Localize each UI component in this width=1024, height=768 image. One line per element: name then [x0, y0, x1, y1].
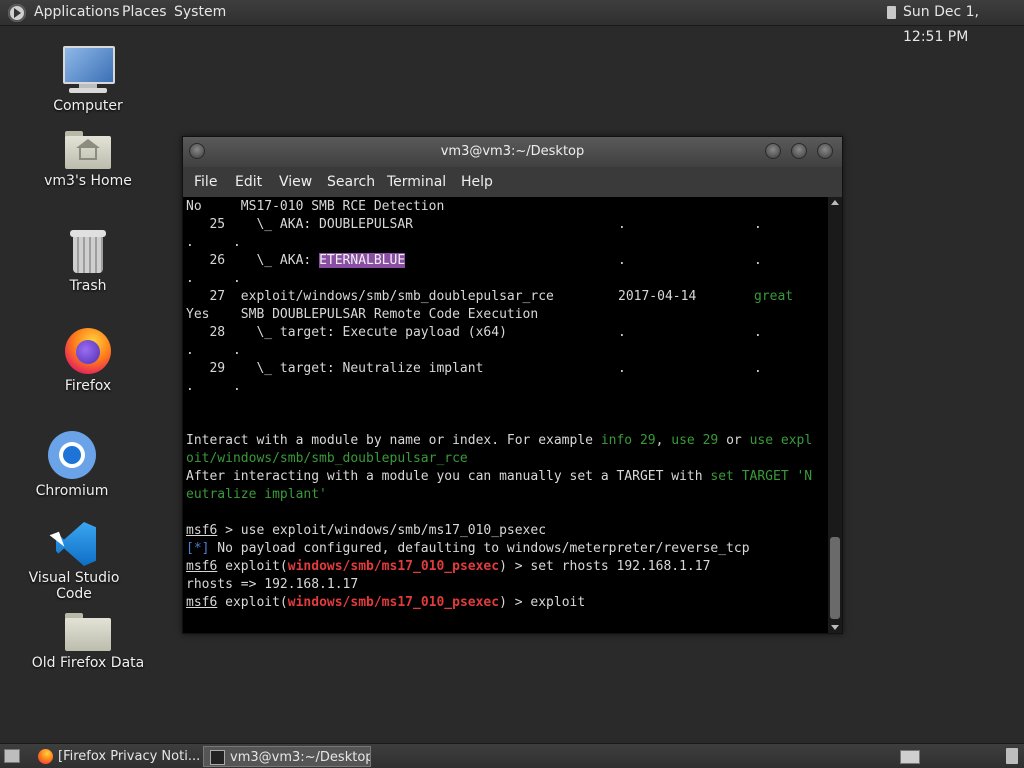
desktop-icon-label: Computer — [53, 98, 123, 114]
desktop-icon-home[interactable]: vm3's Home — [28, 131, 148, 189]
desktop-icon-label: vm3's Home — [44, 173, 132, 189]
trash-applet-icon[interactable] — [1006, 748, 1018, 764]
taskbar-item-label: [Firefox Privacy Noti... — [58, 749, 200, 764]
menu-view[interactable]: View — [279, 167, 312, 197]
chromium-icon — [48, 431, 96, 479]
terminal-line: 27 exploit/windows/smb/smb_doublepulsar_… — [186, 289, 794, 304]
menu-file[interactable]: File — [194, 167, 217, 197]
terminal-line: eutralize implant' — [186, 487, 327, 502]
terminal-line: msf6 exploit(windows/smb/ms17_010_psexec… — [186, 595, 586, 610]
applications-logo-icon[interactable] — [8, 4, 26, 22]
terminal-line: . . — [186, 271, 241, 286]
terminal-line: 25 \_ AKA: DOUBLEPULSAR.. — [186, 217, 762, 232]
system-menu[interactable]: System — [171, 0, 229, 25]
taskbar-item-label: vm3@vm3:~/Desktop — [230, 750, 371, 765]
terminal-scrollbar[interactable] — [828, 197, 842, 633]
applications-menu[interactable]: Applications — [31, 0, 123, 25]
terminal-line: No MS17-010 SMB RCE Detection — [186, 199, 445, 214]
workspace-switcher[interactable] — [900, 750, 920, 764]
terminal-line: oit/windows/smb/smb_doublepulsar_rce — [186, 451, 468, 466]
desktop-icon-old-firefox-data[interactable]: Old Firefox Data — [28, 613, 148, 671]
scrollbar-thumb[interactable] — [830, 537, 840, 619]
computer-icon — [63, 46, 115, 94]
terminal-line: . . — [186, 235, 241, 250]
terminal-line: Yes SMB DOUBLEPULSAR Remote Code Executi… — [186, 307, 539, 322]
desktop-icon-label: Visual Studio Code — [28, 570, 120, 602]
taskbar-item-terminal[interactable]: vm3@vm3:~/Desktop — [203, 746, 371, 767]
top-panel: Applications Places System Sun Dec 1, 12… — [0, 0, 1024, 45]
scroll-down-arrow-icon[interactable] — [831, 625, 839, 630]
desktop-icon-label: Trash — [69, 278, 107, 294]
desktop-icon-vscode[interactable]: Visual Studio Code — [14, 522, 134, 602]
terminal-line: msf6 > use exploit/windows/smb/ms17_010_… — [186, 523, 547, 538]
highlighted-search-match: ETERNALBLUE — [319, 253, 406, 268]
desktop-icon-computer[interactable]: Computer — [28, 46, 148, 114]
terminal-line: [*] No payload configured, defaulting to… — [186, 541, 750, 556]
window-title: vm3@vm3:~/Desktop — [440, 144, 585, 159]
menu-terminal[interactable]: Terminal — [387, 167, 446, 197]
menu-edit[interactable]: Edit — [235, 167, 262, 197]
firefox-icon — [38, 749, 53, 764]
close-button[interactable] — [817, 143, 833, 159]
terminal-line: 29 \_ target: Neutralize implant.. — [186, 361, 762, 376]
places-menu[interactable]: Places — [119, 0, 170, 25]
clock[interactable]: Sun Dec 1, 12:51 PM — [900, 0, 1024, 45]
menu-search[interactable]: Search — [327, 167, 375, 197]
desktop-icon-firefox[interactable]: Firefox — [28, 328, 148, 394]
bottom-panel: [Firefox Privacy Noti... vm3@vm3:~/Deskt… — [0, 743, 1024, 768]
terminal-line: msf6 exploit(windows/smb/ms17_010_psexec… — [186, 559, 711, 574]
desktop-icon-chromium[interactable]: Chromium — [12, 431, 132, 499]
desktop-icon-label: Firefox — [64, 378, 112, 394]
show-desktop-button[interactable] — [4, 749, 20, 763]
trash-icon — [70, 230, 106, 274]
desktop-icon-label: Chromium — [35, 483, 109, 499]
terminal-line: . . — [186, 379, 241, 394]
taskbar-item-firefox[interactable]: [Firefox Privacy Noti... — [32, 746, 200, 767]
terminal-line: 28 \_ target: Execute payload (x64).. — [186, 325, 762, 340]
terminal-line: 26 \_ AKA: ETERNALBLUE.. — [186, 253, 762, 268]
scroll-up-arrow-icon[interactable] — [831, 200, 839, 205]
terminal-window[interactable]: vm3@vm3:~/Desktop File Edit View Search … — [182, 136, 843, 634]
terminal-menubar: File Edit View Search Terminal Help — [183, 167, 842, 197]
terminal-line: After interacting with a module you can … — [186, 469, 813, 484]
menu-help[interactable]: Help — [461, 167, 493, 197]
minimize-button[interactable] — [765, 143, 781, 159]
terminal-output[interactable]: No MS17-010 SMB RCE Detection 25 \_ AKA:… — [183, 197, 828, 633]
desktop: Applications Places System Sun Dec 1, 12… — [0, 0, 1024, 768]
terminal-line: . . — [186, 343, 241, 358]
terminal-line: Interact with a module by name or index.… — [186, 433, 813, 448]
terminal-line: rhosts => 192.168.1.17 — [186, 577, 359, 592]
maximize-button[interactable] — [791, 143, 807, 159]
firefox-icon — [65, 328, 111, 374]
clock-applet-icon — [887, 6, 896, 19]
home-folder-icon — [65, 131, 111, 169]
window-menu-button[interactable] — [189, 143, 205, 159]
folder-icon — [65, 613, 111, 651]
terminal-titlebar[interactable]: vm3@vm3:~/Desktop — [183, 137, 842, 167]
terminal-icon — [210, 750, 225, 765]
desktop-icon-label: Old Firefox Data — [31, 655, 145, 671]
desktop-icon-trash[interactable]: Trash — [28, 230, 148, 294]
